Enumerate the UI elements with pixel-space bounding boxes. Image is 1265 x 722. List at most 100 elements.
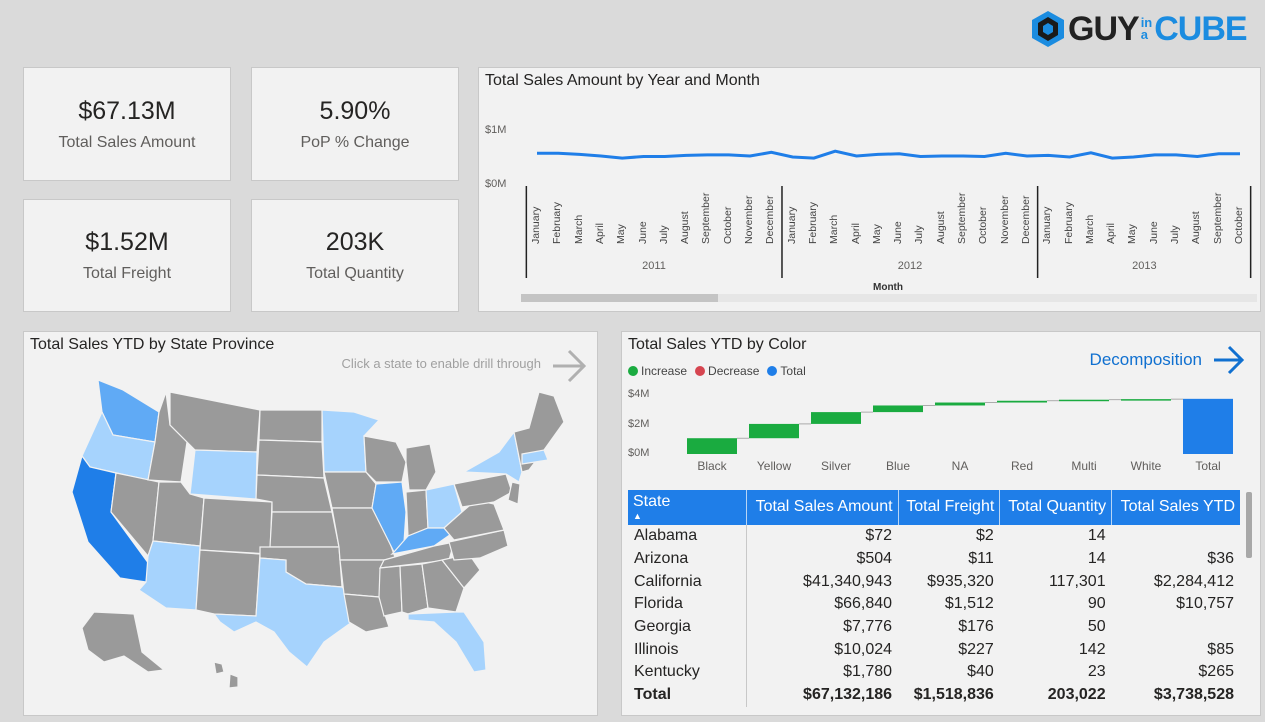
column-header-total-sales-ytd[interactable]: Total Sales YTD: [1111, 490, 1240, 525]
month-tick-label: February: [1062, 201, 1075, 244]
month-tick-label: April: [849, 222, 862, 244]
table-cell: Illinois: [628, 638, 747, 662]
table-cell: $935,320: [927, 572, 994, 590]
waterfall-bar[interactable]: [1059, 399, 1109, 402]
month-tick-label: July: [1169, 225, 1182, 244]
map-visual[interactable]: Total Sales YTD by State Province Click …: [23, 331, 598, 716]
state-colorado: [199, 497, 273, 555]
table-cell: $1,780: [843, 663, 893, 681]
state-arkansas: [339, 559, 385, 598]
month-tick-label: June: [892, 221, 905, 244]
table-cell: $10,757: [1176, 595, 1234, 613]
waterfall-category-label: Red: [1010, 459, 1033, 473]
table-cell: [1112, 525, 1240, 548]
kpi-card-total-freight[interactable]: $1.52M Total Freight: [23, 199, 231, 312]
table-cell: Florida: [628, 593, 747, 616]
table-total-cell: $1,518,836: [913, 686, 994, 704]
table-row[interactable]: Alabama $72 $2 14: [628, 525, 1240, 548]
table-total-cell: 203,022: [1047, 686, 1106, 704]
table-cell: Alabama: [628, 525, 747, 548]
state-new-mexico: [195, 549, 261, 617]
month-tick-label: January: [530, 206, 542, 244]
month-tick-label: November: [743, 195, 756, 244]
table-cell: $7,776: [843, 618, 893, 636]
state-north-dakota: [258, 409, 323, 443]
waterfall-bar[interactable]: [997, 400, 1047, 403]
waterfall-bar[interactable]: [749, 423, 799, 439]
table-cell: $72: [865, 527, 893, 545]
month-tick-label: October: [721, 206, 734, 244]
table-cell: $41,340,943: [803, 572, 893, 590]
table-cell: 90: [1087, 595, 1106, 613]
month-tick-label: October: [977, 206, 990, 244]
year-label: 2013: [1132, 260, 1157, 272]
table-cell: $265: [1198, 663, 1234, 681]
waterfall-bar[interactable]: [811, 412, 861, 424]
waterfall-bar[interactable]: [935, 402, 985, 406]
table-row[interactable]: Georgia $7,776 $176 50: [628, 615, 1240, 639]
month-tick-label: May: [615, 224, 628, 244]
table-scrollbar[interactable]: [1246, 492, 1252, 558]
kpi-value: 5.90%: [319, 96, 391, 125]
table-cell: $11: [968, 550, 994, 568]
kpi-card-pop-change[interactable]: 5.90% PoP % Change: [251, 67, 459, 181]
waterfall-category-label: Multi: [1071, 459, 1097, 473]
kpi-card-total-sales[interactable]: $67.13M Total Sales Amount: [23, 67, 231, 181]
table-cell: $36: [1207, 550, 1234, 568]
kpi-label: PoP % Change: [300, 133, 410, 151]
logo-text-cube: CUBE: [1154, 9, 1247, 48]
table-cell: $85: [1207, 640, 1234, 658]
table-total-cell: Total: [628, 683, 747, 707]
table-cell: California: [628, 570, 747, 594]
waterfall-category-label: NA: [951, 459, 969, 473]
state-mississippi: [378, 565, 403, 617]
state-florida[interactable]: [407, 611, 487, 673]
month-tick-label: August: [934, 211, 947, 244]
waterfall-bar[interactable]: [873, 405, 923, 413]
kpi-label: Total Quantity: [306, 265, 404, 282]
table-cell: [1112, 616, 1240, 639]
waterfall-bar[interactable]: [687, 438, 737, 454]
column-header-total-quantity[interactable]: Total Quantity: [999, 490, 1113, 525]
table-cell: Georgia: [628, 615, 747, 639]
table-cell: 23: [1087, 663, 1106, 681]
waterfall-category-label: Silver: [820, 459, 851, 473]
logo-text-guy: GUY: [1068, 9, 1140, 48]
state-wyoming[interactable]: [189, 449, 258, 500]
table-cell: 14: [1087, 527, 1106, 545]
table-cell: 14: [1087, 550, 1106, 568]
state-hawaii: [213, 661, 239, 689]
kpi-value: $67.13M: [78, 96, 176, 125]
state-new-york[interactable]: [461, 430, 523, 483]
column-header-state[interactable]: State ▲: [628, 490, 747, 525]
column-header-total-sales-amount[interactable]: Total Sales Amount: [746, 490, 899, 525]
table-row[interactable]: Kentucky $1,780 $40 23 $265: [628, 661, 1240, 684]
color-and-table-visual[interactable]: Total Sales YTD by Color Increase Decrea…: [621, 331, 1261, 716]
table-row[interactable]: Illinois $10,024 $227 142 $85: [628, 638, 1240, 662]
horizontal-scrollbar-thumb[interactable]: [521, 294, 718, 302]
table-cell: 117,301: [1048, 572, 1106, 590]
month-tick-label: May: [1126, 224, 1139, 244]
sort-ascending-icon: ▲: [633, 511, 642, 521]
month-tick-label: June: [636, 221, 649, 244]
state-sales-table: State ▲ Total Sales Amount Total Freight …: [628, 490, 1240, 707]
month-tick-label: September: [956, 192, 969, 244]
sales-line-series[interactable]: [537, 149, 1240, 160]
kpi-card-total-quantity[interactable]: 203K Total Quantity: [251, 199, 459, 312]
table-row[interactable]: Arizona $504 $11 14 $36: [628, 547, 1240, 571]
waterfall-category-label: Total: [1195, 459, 1221, 473]
month-tick-label: May: [870, 224, 883, 244]
waterfall-category-label: Black: [697, 459, 727, 473]
table-cell: $40: [967, 663, 994, 681]
state-alaska: [81, 611, 166, 673]
table-row[interactable]: Florida $66,840 $1,512 90 $10,757: [628, 593, 1240, 616]
line-chart-visual[interactable]: Total Sales Amount by Year and Month $1M…: [478, 67, 1261, 312]
month-tick-label: September: [700, 192, 713, 244]
waterfall-bar[interactable]: [1183, 398, 1233, 454]
month-tick-label: October: [1233, 206, 1245, 244]
month-tick-label: August: [679, 211, 692, 244]
column-header-total-freight[interactable]: Total Freight: [898, 490, 1001, 525]
waterfall-bar[interactable]: [1121, 399, 1171, 401]
month-tick-label: January: [785, 206, 798, 244]
table-row[interactable]: California $41,340,943 $935,320 117,301 $2,2…: [628, 570, 1240, 594]
